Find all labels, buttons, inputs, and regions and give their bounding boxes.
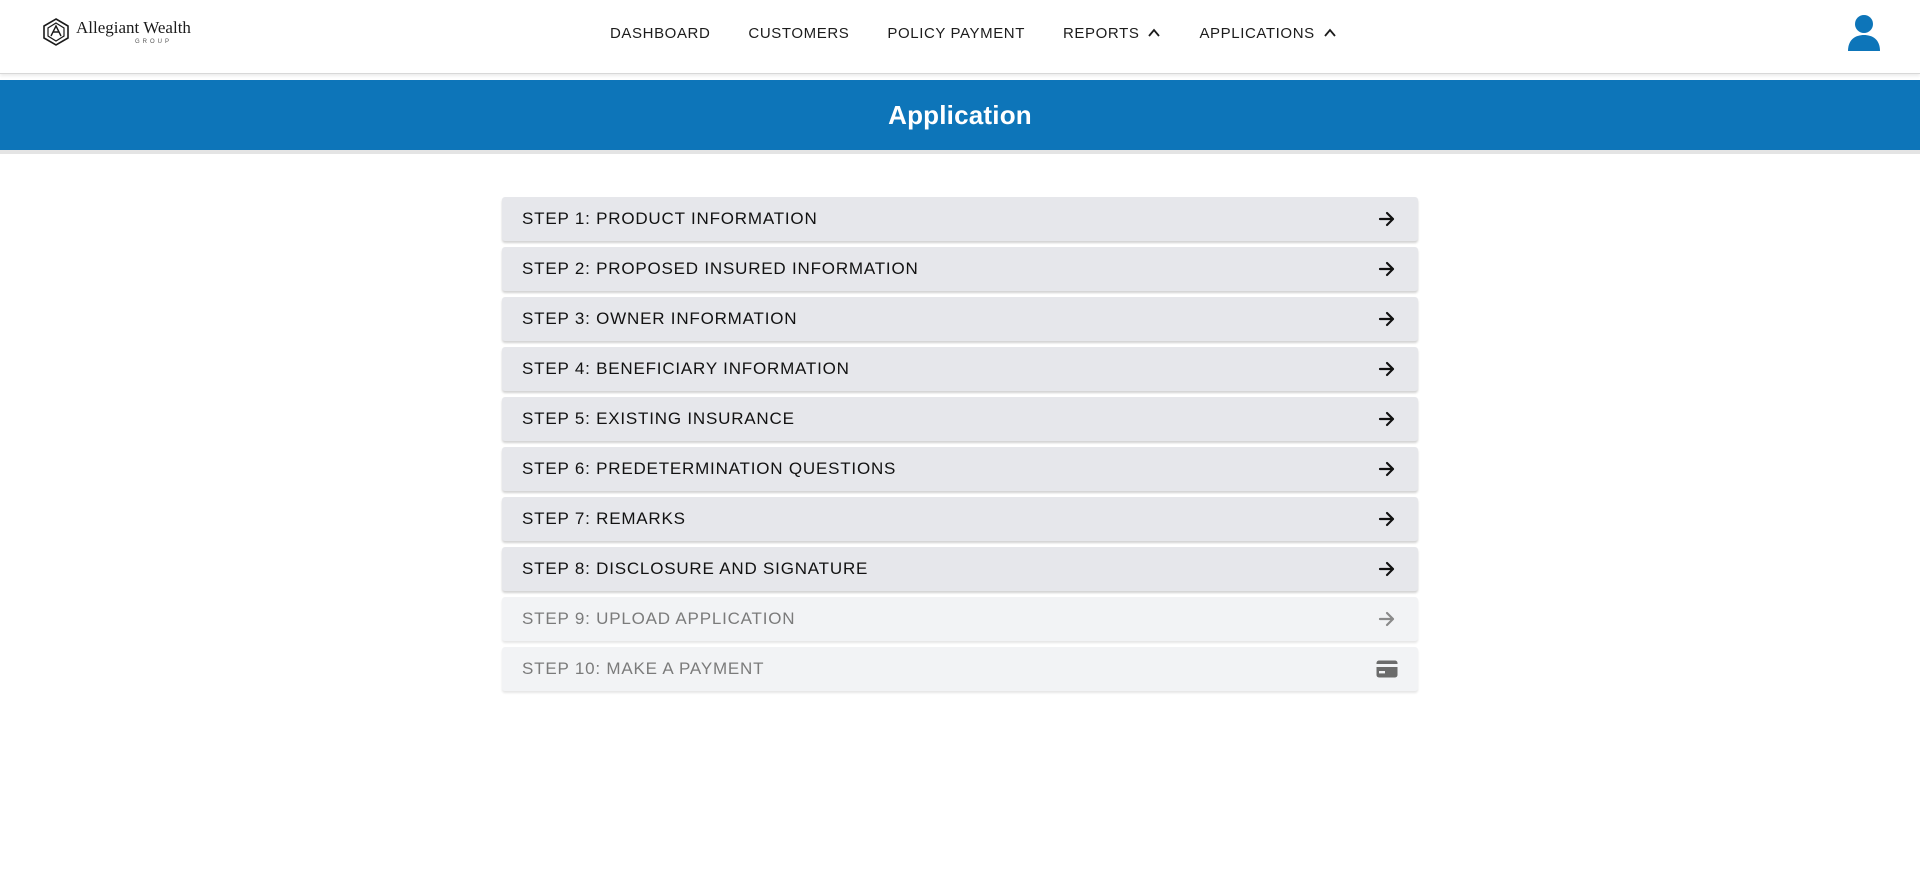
arrow-right-icon — [1376, 458, 1398, 480]
step-item-disclosure-and-signature[interactable]: STEP 8: DISCLOSURE AND SIGNATURE — [502, 547, 1418, 591]
page-banner: Application — [0, 80, 1920, 154]
nav-item-dashboard[interactable]: DASHBOARD — [610, 25, 710, 42]
step-item-upload-application[interactable]: STEP 9: UPLOAD APPLICATION — [502, 597, 1418, 641]
step-label: STEP 4: BENEFICIARY INFORMATION — [522, 359, 850, 378]
application-steps-list: STEP 1: PRODUCT INFORMATION STEP 2: PROP… — [502, 197, 1418, 697]
arrow-right-icon — [1376, 258, 1398, 280]
arrow-right-icon — [1376, 508, 1398, 530]
user-account-icon[interactable] — [1846, 14, 1882, 52]
step-item-existing-insurance[interactable]: STEP 5: EXISTING INSURANCE — [502, 397, 1418, 441]
step-item-remarks[interactable]: STEP 7: REMARKS — [502, 497, 1418, 541]
nav-item-policy-payment[interactable]: POLICY PAYMENT — [887, 25, 1025, 42]
nav-item-applications[interactable]: APPLICATIONS — [1199, 25, 1336, 42]
step-label: STEP 5: EXISTING INSURANCE — [522, 409, 795, 428]
step-label: STEP 8: DISCLOSURE AND SIGNATURE — [522, 559, 869, 578]
step-item-proposed-insured-information[interactable]: STEP 2: PROPOSED INSURED INFORMATION — [502, 247, 1418, 291]
step-item-make-a-payment[interactable]: STEP 10: MAKE A PAYMENT — [502, 647, 1418, 691]
arrow-right-icon — [1376, 608, 1398, 630]
page-title: Application — [888, 99, 1032, 130]
step-item-predetermination-questions[interactable]: STEP 6: PREDETERMINATION QUESTIONS — [502, 447, 1418, 491]
step-label: STEP 3: OWNER INFORMATION — [522, 309, 798, 328]
arrow-right-icon — [1376, 558, 1398, 580]
credit-card-icon — [1376, 658, 1398, 680]
step-label: STEP 1: PRODUCT INFORMATION — [522, 209, 818, 228]
arrow-right-icon — [1376, 408, 1398, 430]
chevron-up-icon — [1148, 28, 1161, 37]
brand-logo[interactable]: Allegiant Wealth GROUP — [42, 18, 191, 46]
nav-item-customers[interactable]: CUSTOMERS — [748, 25, 849, 42]
step-item-owner-information[interactable]: STEP 3: OWNER INFORMATION — [502, 297, 1418, 341]
main-nav: DASHBOARD CUSTOMERS POLICY PAYMENT REPOR… — [610, 0, 1375, 66]
brand-logo-icon — [43, 18, 69, 46]
nav-item-label: REPORTS — [1063, 24, 1140, 42]
nav-item-reports[interactable]: REPORTS — [1063, 25, 1161, 42]
step-label: STEP 10: MAKE A PAYMENT — [522, 659, 765, 678]
arrow-right-icon — [1376, 358, 1398, 380]
step-item-beneficiary-information[interactable]: STEP 4: BENEFICIARY INFORMATION — [502, 347, 1418, 391]
step-label: STEP 2: PROPOSED INSURED INFORMATION — [522, 259, 919, 278]
top-navbar: Allegiant Wealth GROUP DASHBOARD CUSTOME… — [0, 0, 1920, 74]
step-label: STEP 9: UPLOAD APPLICATION — [522, 609, 796, 628]
step-label: STEP 7: REMARKS — [522, 509, 686, 528]
nav-item-label: CUSTOMERS — [748, 24, 850, 42]
arrow-right-icon — [1376, 308, 1398, 330]
nav-item-label: DASHBOARD — [610, 24, 711, 42]
arrow-right-icon — [1376, 208, 1398, 230]
brand-name: Allegiant Wealth — [76, 18, 191, 37]
step-item-product-information[interactable]: STEP 1: PRODUCT INFORMATION — [502, 197, 1418, 241]
nav-item-label: POLICY PAYMENT — [887, 24, 1025, 42]
chevron-up-icon — [1324, 28, 1336, 37]
brand-subtitle: GROUP — [134, 39, 172, 45]
nav-item-label: APPLICATIONS — [1199, 24, 1315, 42]
step-label: STEP 6: PREDETERMINATION QUESTIONS — [522, 459, 897, 478]
